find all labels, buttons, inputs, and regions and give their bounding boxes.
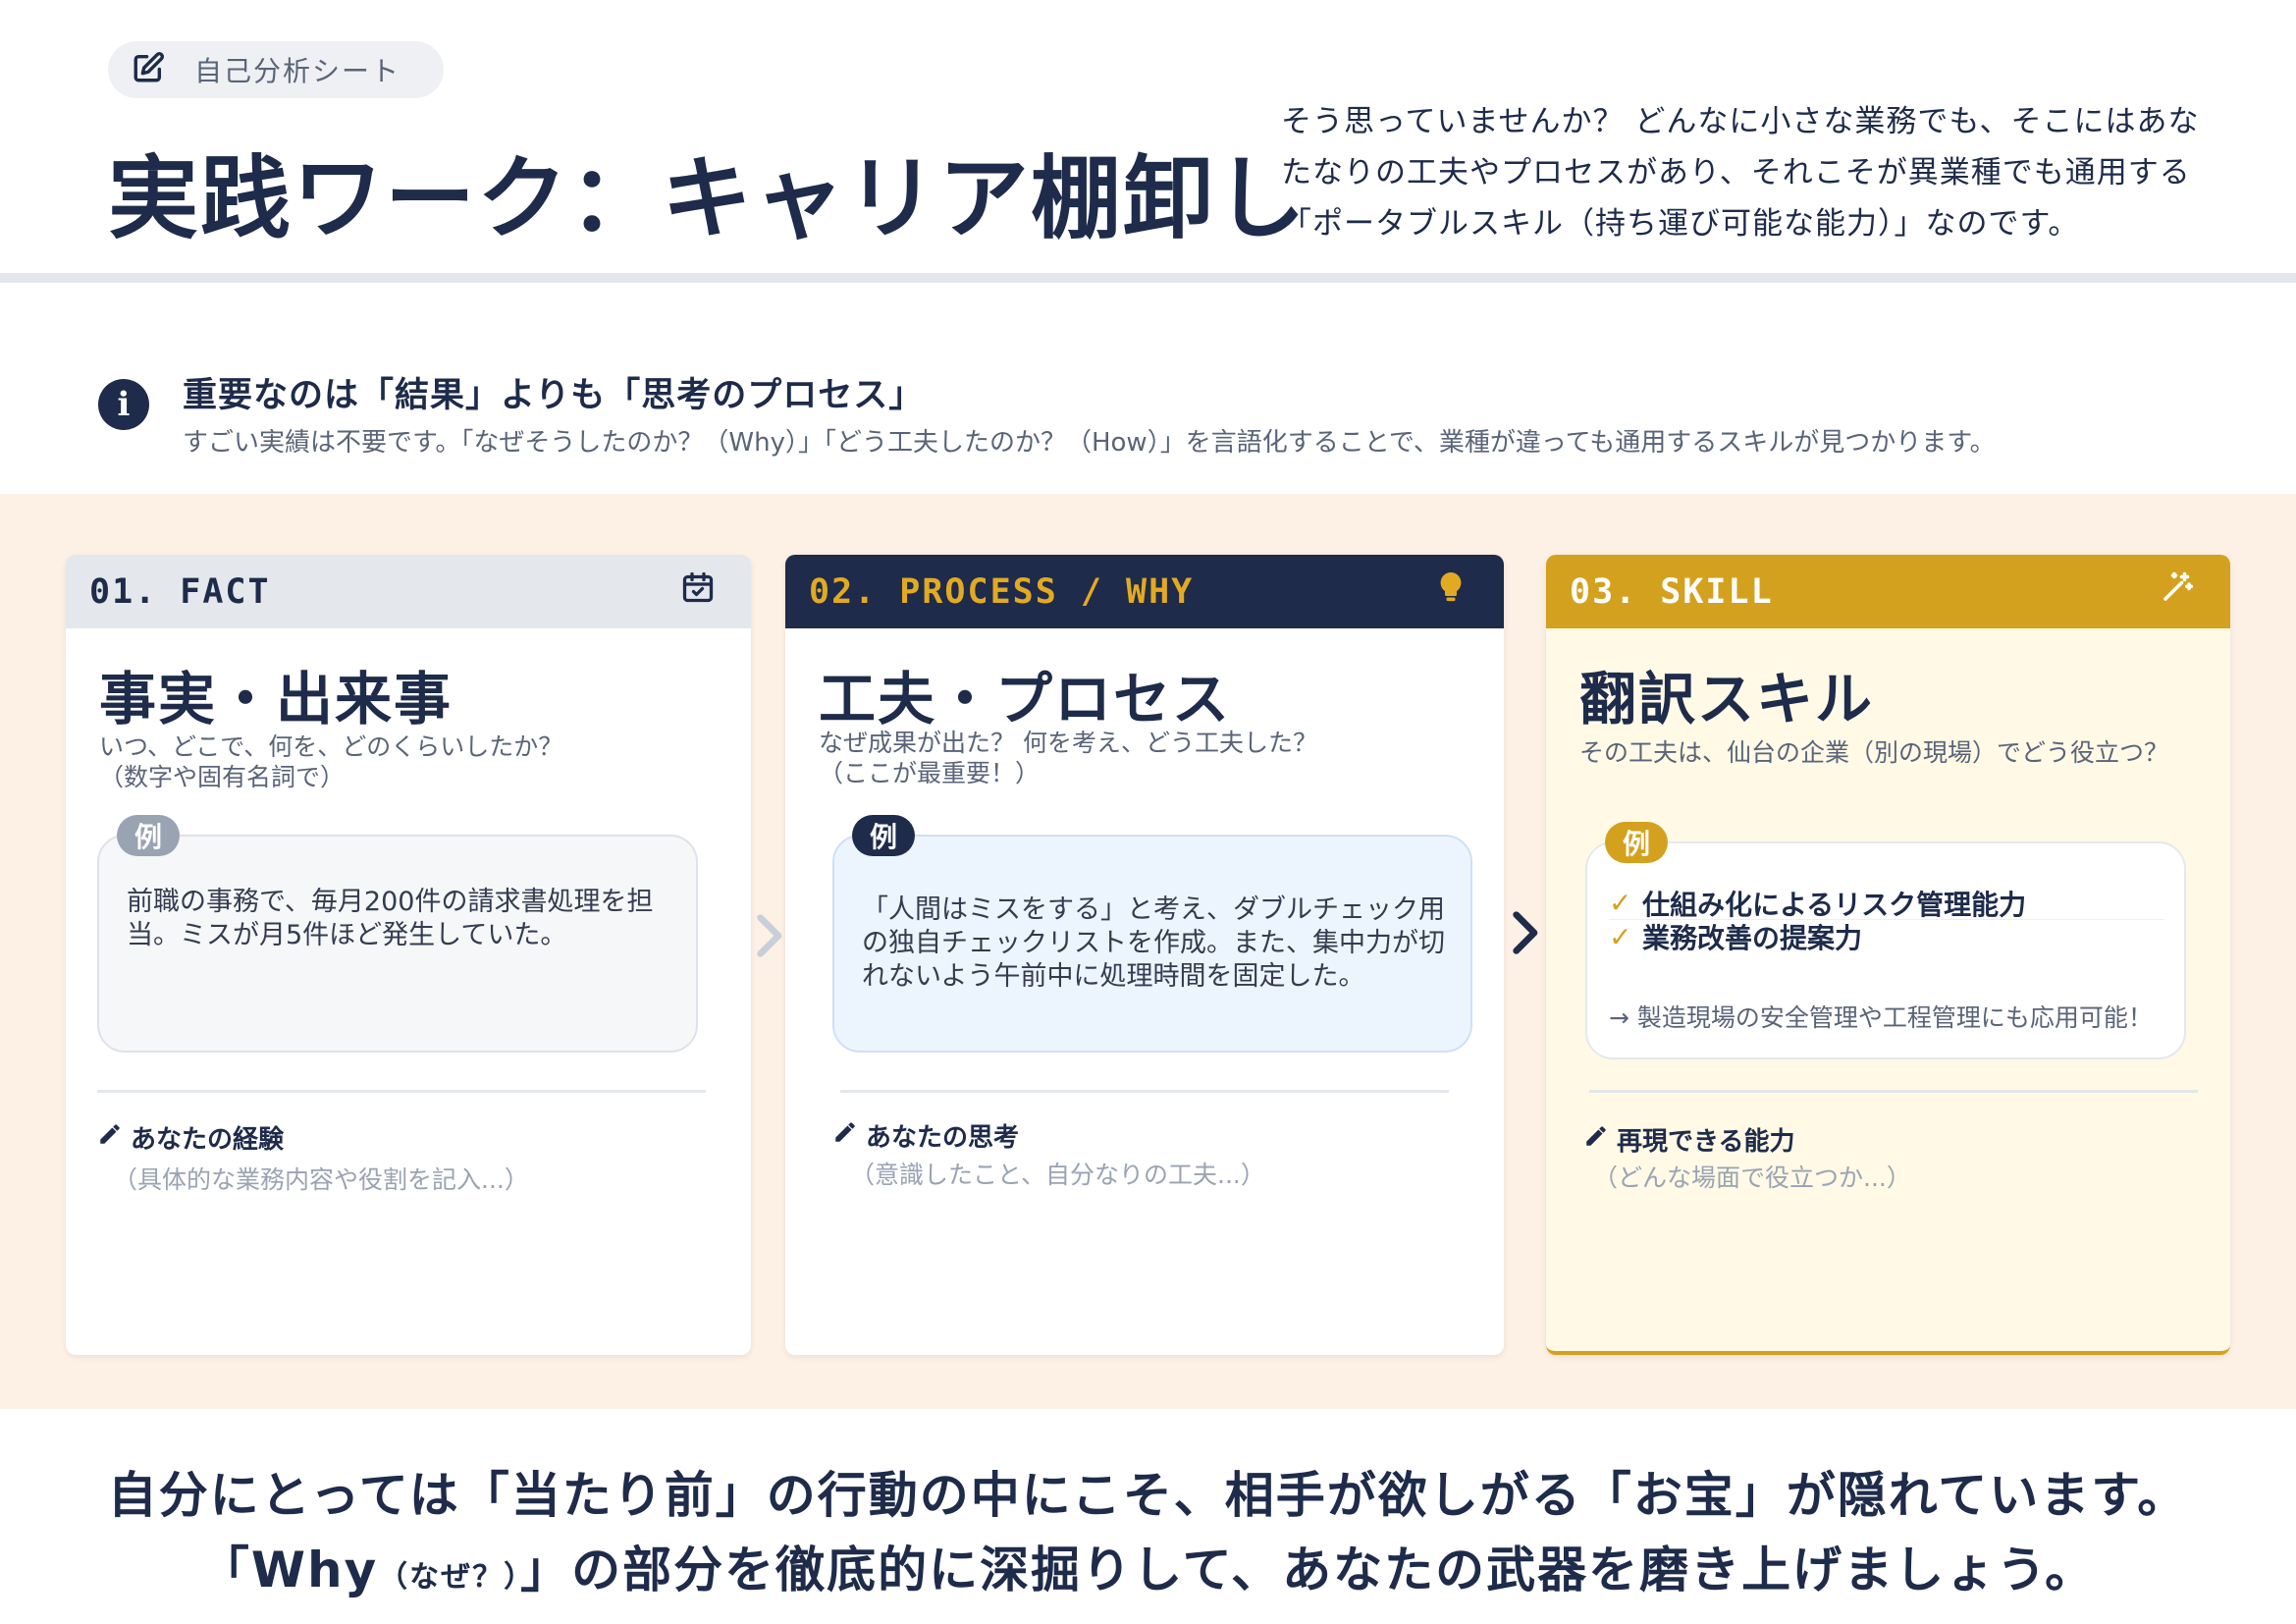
worksheet-area: 01. FACT 事実・出来事 いつ、どこで、何を、どのくらいしたか？ （数字や… (0, 494, 2296, 1409)
divider (840, 1090, 1449, 1093)
write-label-text: 再現できる能力 (1617, 1127, 1795, 1157)
skill-note: → 製造現場の安全管理や工程管理にも応用可能！ (1609, 1003, 2153, 1032)
card-skill: 03. SKILL 翻訳スキル その工夫は、仙台の企業（別の現場）でどう役立つ？… (1546, 555, 2230, 1355)
intro-text: そう思っていませんか？ どんなに小さな業務でも、そこにはあなたなりの工夫やプロセ… (1281, 104, 2200, 242)
key-point-notice: i 重要なのは「結果」よりも「思考のプロセス」 すごい実績は不要です。「なぜそう… (0, 293, 2296, 494)
magic-wand-icon (2160, 569, 2195, 614)
check-icon: ✓ (1609, 920, 1632, 953)
example-box: 例 ✓ 仕組み化によるリスク管理能力 ✓ 業務改善の提案力 → 製造現場の安全管… (1585, 822, 2186, 1059)
card-process: 02. PROCESS / WHY 工夫・プロセス なぜ成果が出た？ 何を考え、… (785, 555, 1504, 1355)
card-header: 02. PROCESS / WHY (785, 555, 1504, 628)
page-header: 自己分析シート 実践ワーク：キャリア棚卸し そう思っていませんか？ どんなに小さ… (0, 0, 2296, 283)
example-tag: 例 (852, 815, 915, 856)
card-header: 01. FACT (66, 555, 751, 628)
sheet-label: 自己分析シート (194, 55, 401, 87)
closing-line-2-start: 「Why (199, 1542, 379, 1598)
chevron-right-icon (752, 911, 785, 970)
card-header-label: 01. FACT (89, 571, 271, 612)
closing-line-2-end: 」の部分を徹底的に深掘りして、あなたの武器を磨き上げましょう。 (520, 1542, 2097, 1598)
example-text: 「人間はミスをする」と考え、ダブルチェック用の独自チェックリストを作成。また、集… (862, 894, 1445, 992)
info-icon: i (98, 379, 149, 430)
write-label-text: あなたの経験 (131, 1125, 285, 1155)
write-label-text: あなたの思考 (866, 1123, 1020, 1153)
card-header-label: 03. SKILL (1570, 571, 1774, 612)
card-title: 事実・出来事 (99, 666, 454, 732)
card-subtitle-line: （ここが最重要！） (819, 759, 1041, 787)
card-subtitle-line: なぜ成果が出た？ 何を考え、どう工夫した？ (819, 729, 1317, 757)
write-label: あなたの経験 (97, 1119, 284, 1156)
card-subtitle: なぜ成果が出た？ 何を考え、どう工夫した？ （ここが最重要！） (819, 728, 1447, 788)
example-tag: 例 (1605, 822, 1668, 863)
write-label: 再現できる能力 (1583, 1121, 1794, 1158)
divider (97, 1090, 706, 1093)
example-box: 例 前職の事務で、毎月200件の請求書処理を担当。ミスが月5件ほど発生していた。 (97, 815, 698, 1053)
card-header-label: 02. PROCESS / WHY (809, 571, 1195, 612)
skill-item-text: 業務改善の提案力 (1642, 922, 1863, 954)
check-icon: ✓ (1609, 887, 1632, 919)
closing-line-2-note: （なぜ？） (378, 1560, 521, 1595)
example-tag: 例 (117, 815, 180, 856)
chevron-right-icon (1508, 908, 1541, 967)
skill-list: ✓ 仕組み化によるリスク管理能力 ✓ 業務改善の提案力 (1609, 887, 2164, 955)
card-subtitle-line: その工夫は、仙台の企業（別の現場）でどう役立つ？ (1579, 738, 2169, 767)
write-label: あなたの思考 (832, 1117, 1019, 1154)
card-subtitle-line: （数字や固有名詞で） (99, 763, 346, 791)
experience-input-hint[interactable]: （具体的な業務内容や役割を記入...） (113, 1161, 529, 1196)
lightbulb-icon (1433, 569, 1468, 614)
pencil-icon (832, 1119, 858, 1152)
calendar-check-icon (680, 569, 716, 614)
card-subtitle: いつ、どこで、何を、どのくらいしたか？ （数字や固有名詞で） (99, 731, 727, 792)
skill-item: ✓ 業務改善の提案力 (1609, 920, 2164, 955)
page-title: 実践ワーク：キャリア棚卸し (108, 146, 1308, 251)
card-subtitle: その工夫は、仙台の企業（別の現場）でどう役立つ？ (1579, 737, 2208, 768)
notice-title: 重要なのは「結果」よりも「思考のプロセス」 (183, 376, 925, 415)
skill-input-hint[interactable]: （どんな場面で役立つか...） (1593, 1159, 1911, 1194)
card-header: 03. SKILL (1546, 555, 2230, 628)
card-fact: 01. FACT 事実・出来事 いつ、どこで、何を、どのくらいしたか？ （数字や… (66, 555, 751, 1355)
example-text: 前職の事務で、毎月200件の請求書処理を担当。ミスが月5件ほど発生していた。 (127, 887, 654, 950)
closing-message: 自分にとっては「当たり前」の行動の中にこそ、相手が欲しがる「お宝」が隠れています… (0, 1409, 2296, 1624)
card-title: 翻訳スキル (1579, 666, 1875, 732)
skill-item: ✓ 仕組み化によるリスク管理能力 (1609, 887, 2164, 921)
pencil-icon (1583, 1123, 1609, 1156)
notice-body: すごい実績は不要です。「なぜそうしたのか？（Why）」「どう工夫したのか？（Ho… (183, 428, 1996, 458)
edit-icon (132, 51, 165, 88)
thinking-input-hint[interactable]: （意識したこと、自分なりの工夫...） (850, 1156, 1265, 1191)
closing-line-1: 自分にとっては「当たり前」の行動の中にこそ、相手が欲しがる「お宝」が隠れています… (107, 1467, 2189, 1524)
card-title: 工夫・プロセス (819, 666, 1232, 732)
card-subtitle-line: いつ、どこで、何を、どのくらいしたか？ (99, 732, 563, 761)
divider (1589, 1090, 2198, 1093)
pencil-icon (97, 1121, 123, 1154)
sheet-label-pill: 自己分析シート (108, 41, 444, 98)
example-box: 例 「人間はミスをする」と考え、ダブルチェック用の独自チェックリストを作成。また… (832, 815, 1472, 1053)
closing-line-2: 「Why（なぜ？）」の部分を徹底的に深掘りして、あなたの武器を磨き上げましょう。 (0, 1531, 2296, 1601)
